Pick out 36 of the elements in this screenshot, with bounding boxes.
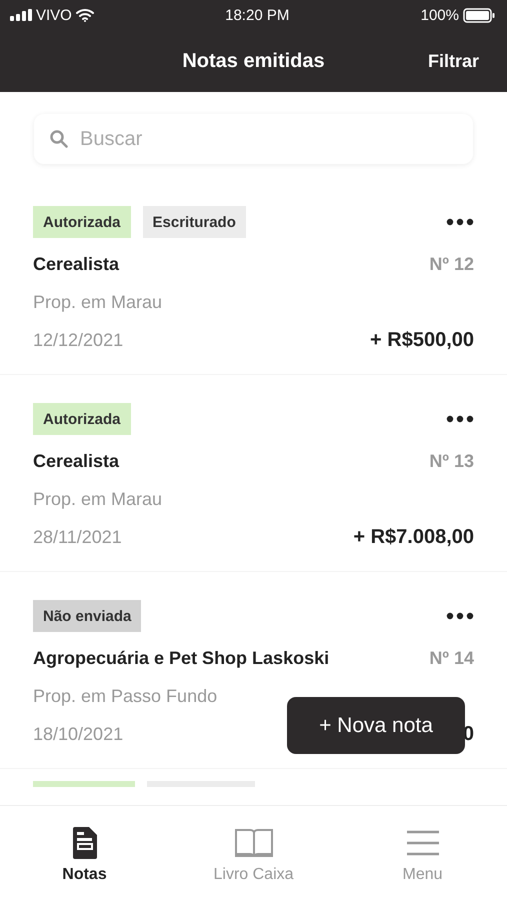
property-name: Prop. em Passo Fundo — [33, 686, 218, 707]
more-icon[interactable] — [446, 415, 474, 423]
new-note-button[interactable]: + Nova nota — [287, 697, 465, 754]
note-date: 12/12/2021 — [33, 330, 124, 351]
property-name: Prop. em Marau — [33, 489, 164, 510]
battery-icon — [462, 8, 495, 22]
more-icon[interactable] — [446, 218, 474, 226]
client-name: Cerealista — [33, 450, 120, 472]
document-icon — [72, 827, 96, 859]
more-icon[interactable] — [446, 612, 474, 620]
search-field[interactable]: Buscar — [34, 114, 473, 164]
note-amount: + R$7.008,00 — [353, 526, 474, 549]
filter-button[interactable]: Filtrar — [428, 50, 479, 72]
note-date: 28/11/2021 — [33, 527, 122, 548]
wifi-icon — [76, 8, 94, 22]
status-tag: Escriturado — [142, 206, 246, 238]
note-number: Nº 14 — [429, 648, 474, 668]
signal-icon — [10, 9, 32, 21]
menu-icon — [406, 830, 438, 856]
status-tag: Autorizada — [33, 403, 131, 435]
property-name: Prop. em Marau — [33, 292, 164, 313]
nav-tab[interactable]: Notas — [0, 806, 169, 900]
note-number: Nº 12 — [429, 254, 474, 274]
note-number: Nº 13 — [429, 450, 474, 472]
client-name: Agropecuária e Pet Shop Laskoski — [33, 648, 330, 668]
search-icon — [50, 130, 68, 148]
client-name: Cerealista — [33, 254, 120, 274]
battery-percent: 100% — [420, 6, 459, 24]
book-icon — [234, 827, 274, 859]
note-amount: + R$500,00 — [370, 329, 474, 352]
status-tag: Autorizada — [33, 206, 131, 238]
carrier-name: VIVO — [36, 6, 72, 24]
clock-time: 18:20 PM — [225, 6, 290, 24]
status-tag: Não enviada — [33, 600, 142, 632]
note-date: 18/10/2021 — [33, 724, 124, 745]
page-title: Notas emitidas — [182, 50, 325, 72]
